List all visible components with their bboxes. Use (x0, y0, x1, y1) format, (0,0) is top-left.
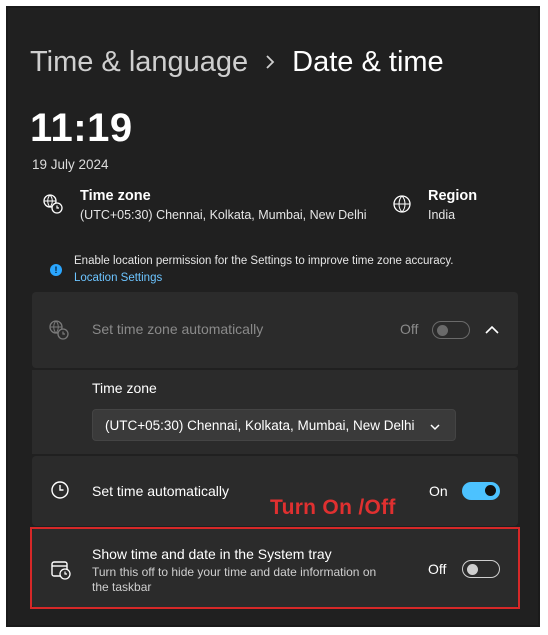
page-title: Date & time (292, 45, 444, 78)
settings-window: Time & language Date & time 11:19 19 Jul… (6, 6, 540, 627)
time-zone-dropdown-value: (UTC+05:30) Chennai, Kolkata, Mumbai, Ne… (105, 417, 415, 433)
globe-clock-icon (42, 193, 64, 215)
auto-time-zone-toggle[interactable] (432, 321, 470, 339)
chevron-down-icon (429, 420, 441, 435)
info-icon: ! (50, 264, 62, 276)
region-label: Region (428, 188, 478, 204)
current-date: 19 July 2024 (32, 157, 109, 172)
chevron-right-icon (264, 54, 276, 70)
auto-time-zone-card: Set time zone automatically Off (32, 292, 518, 368)
breadcrumb: Time & language Date & time (30, 42, 444, 82)
location-notice-text: Enable location permission for the Setti… (74, 255, 454, 267)
time-zone-select-label: Time zone (92, 380, 157, 396)
time-zone-value: (UTC+05:30) Chennai, Kolkata, Mumbai, Ne… (80, 208, 367, 222)
time-zone-dropdown[interactable]: (UTC+05:30) Chennai, Kolkata, Mumbai, Ne… (92, 409, 456, 441)
auto-time-zone-label: Set time zone automatically (92, 321, 264, 337)
region-value: India (428, 208, 456, 222)
auto-time-toggle[interactable] (462, 482, 500, 500)
clock-icon (50, 480, 70, 505)
breadcrumb-parent[interactable]: Time & language (30, 46, 248, 79)
time-zone-label: Time zone (80, 188, 151, 204)
annotation-highlight-box (30, 527, 520, 609)
chevron-up-icon[interactable] (484, 323, 500, 341)
globe-icon (391, 193, 413, 215)
auto-time-label: Set time automatically (92, 483, 229, 499)
auto-time-state: On (429, 483, 448, 499)
globe-clock-icon (48, 319, 70, 346)
auto-time-zone-state: Off (400, 321, 419, 337)
location-settings-link[interactable]: Location Settings (74, 272, 162, 284)
current-time: 11:19 (30, 106, 133, 150)
annotation-text: Turn On /Off (270, 496, 396, 519)
